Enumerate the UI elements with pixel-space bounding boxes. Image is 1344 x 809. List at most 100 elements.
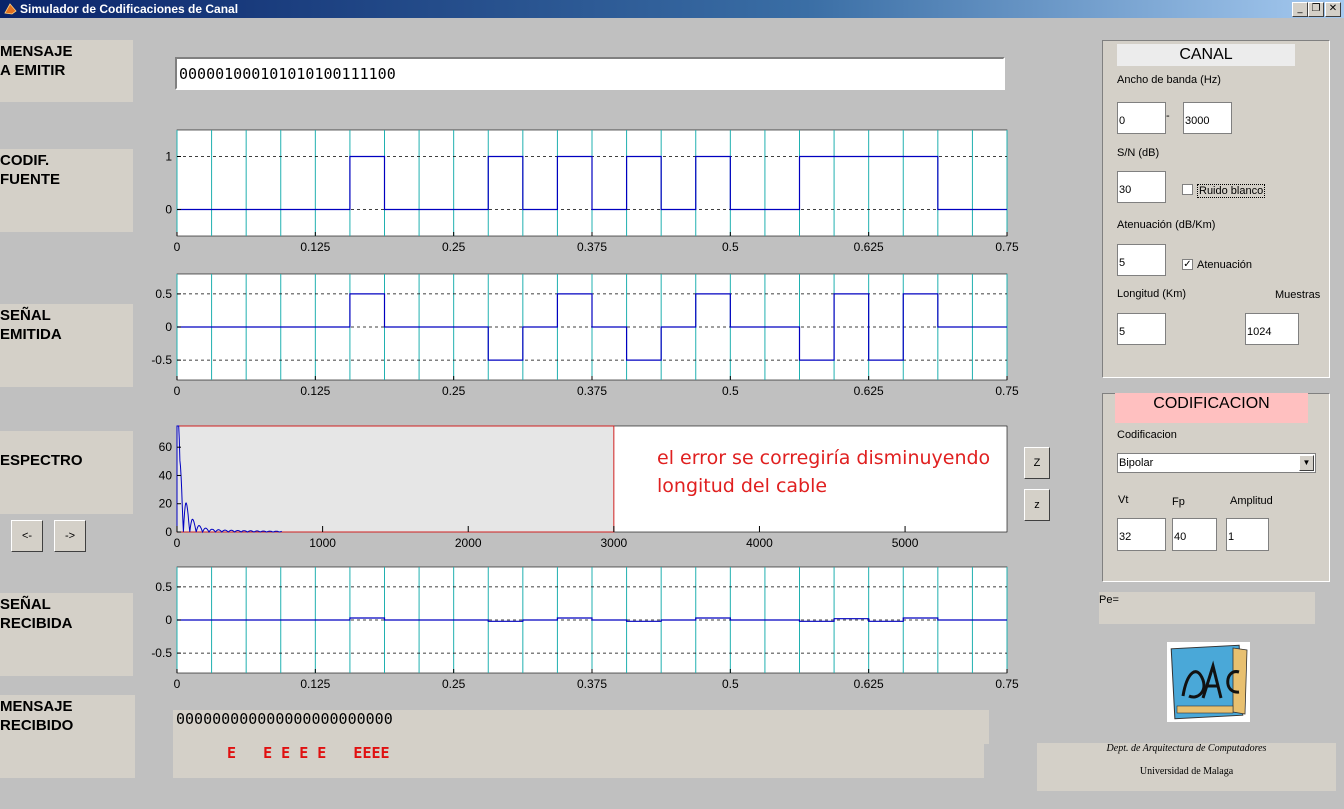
spectrum-prev-button[interactable]: <- — [11, 520, 43, 552]
label-mensaje-emitir: MENSAJE A EMITIR — [0, 40, 133, 102]
error-marks-text: E E E E E EEEE — [227, 744, 390, 762]
atenuacion-input[interactable]: 5 — [1117, 244, 1166, 276]
y-tick-label: 0.5 — [155, 287, 172, 301]
x-tick-label: 0 — [174, 677, 181, 691]
matlab-app-icon — [4, 2, 17, 15]
x-tick-label: 0.125 — [300, 240, 330, 254]
x-tick-label: 1000 — [309, 536, 336, 550]
x-tick-label: 0 — [174, 240, 181, 254]
x-tick-label: 0.625 — [854, 240, 884, 254]
credits-panel: Dept. de Arquitectura de Computadores Un… — [1037, 743, 1336, 791]
spectrum-next-button[interactable]: -> — [54, 520, 86, 552]
y-tick-label: 60 — [159, 440, 173, 454]
minimize-button[interactable]: _ — [1292, 2, 1308, 17]
x-tick-label: 0.375 — [577, 240, 607, 254]
message-input[interactable] — [175, 57, 1005, 90]
x-tick-label: 0.625 — [854, 384, 884, 398]
y-tick-label: 0 — [165, 203, 172, 217]
zoom-out-button[interactable]: z — [1024, 489, 1050, 521]
label-espectro: ESPECTRO — [0, 431, 133, 514]
y-tick-label: -0.5 — [151, 646, 172, 660]
label-codif-fuente-text: CODIF. FUENTE — [0, 152, 60, 188]
y-tick-label: 0 — [165, 525, 172, 539]
fp-label: Fp — [1172, 496, 1185, 508]
error-annotation: el error se corregiría disminuyendo long… — [657, 444, 990, 500]
x-tick-label: 0.75 — [995, 384, 1019, 398]
x-tick-label: 0.5 — [722, 240, 739, 254]
x-tick-label: 0 — [174, 536, 181, 550]
x-tick-label: 3000 — [600, 536, 627, 550]
label-codif-fuente: CODIF. FUENTE — [0, 149, 133, 232]
atenuacion-check-label[interactable]: Atenuación — [1197, 259, 1252, 271]
x-tick-label: 0.25 — [442, 677, 466, 691]
annotation-line-1: el error se corregiría disminuyendo — [657, 447, 991, 469]
codificacion-title: CODIFICACION — [1115, 393, 1308, 423]
vt-input[interactable]: 32 — [1117, 518, 1166, 551]
ancho-separator: - — [1166, 110, 1170, 122]
x-tick-label: 0.375 — [577, 677, 607, 691]
fp-input[interactable]: 40 — [1172, 518, 1217, 551]
x-tick-label: 0.625 — [854, 677, 884, 691]
ancho-min-input[interactable]: 0 — [1117, 102, 1166, 134]
label-mensaje-emitir-text: MENSAJE A EMITIR — [0, 43, 73, 79]
dac-logo — [1167, 642, 1250, 722]
y-tick-label: 0 — [165, 613, 172, 627]
x-tick-label: 0.125 — [300, 384, 330, 398]
x-tick-label: 2000 — [455, 536, 482, 550]
label-espectro-text: ESPECTRO — [0, 452, 83, 469]
x-tick-label: 0.25 — [442, 384, 466, 398]
error-marks-field: E E E E E EEEE — [173, 744, 984, 778]
x-tick-label: 0 — [174, 384, 181, 398]
y-tick-label: 0 — [165, 320, 172, 334]
longitud-label: Longitud (Km) — [1117, 288, 1187, 300]
x-tick-label: 0.5 — [722, 677, 739, 691]
close-button[interactable]: ✕ — [1325, 2, 1341, 17]
label-senal-emitida-text: SEÑAL EMITIDA — [0, 307, 62, 343]
pe-label: Pe= — [1099, 594, 1119, 606]
x-tick-label: 0.75 — [995, 677, 1019, 691]
codif-fuente-plot: 1 0 0 0.125 0.25 0.375 0.5 0.625 0.75 — [165, 129, 1019, 254]
label-mensaje-recibido: MENSAJE RECIBIDO — [0, 695, 135, 778]
received-message-text: 000000000000000000000000 — [176, 710, 393, 728]
codificacion-label: Codificacion — [1117, 429, 1177, 441]
longitud-input[interactable]: 5 — [1117, 313, 1166, 345]
x-tick-label: 0.5 — [722, 384, 739, 398]
amplitud-label: Amplitud — [1230, 495, 1273, 507]
label-senal-recibida: SEÑAL RECIBIDA — [0, 593, 133, 676]
ancho-banda-label: Ancho de banda (Hz) — [1117, 74, 1221, 86]
vt-label: Vt — [1118, 494, 1129, 506]
y-tick-label: 1 — [165, 150, 172, 164]
label-senal-emitida: SEÑAL EMITIDA — [0, 304, 133, 387]
x-tick-label: 0.375 — [577, 384, 607, 398]
y-tick-label: -0.5 — [151, 353, 172, 367]
atenuacion-label: Atenuación (dB/Km) — [1117, 219, 1216, 231]
label-mensaje-recibido-text: MENSAJE RECIBIDO — [0, 698, 74, 734]
x-tick-label: 5000 — [892, 536, 919, 550]
amplitud-input[interactable]: 1 — [1226, 518, 1269, 551]
window-title: Simulador de Codificaciones de Canal — [20, 2, 239, 16]
muestras-input[interactable]: 1024 — [1245, 313, 1299, 345]
ancho-max-input[interactable]: 3000 — [1183, 102, 1232, 134]
x-tick-label: 0.75 — [995, 240, 1019, 254]
codificacion-selected-value: Bipolar — [1119, 457, 1154, 469]
muestras-label: Muestras — [1275, 289, 1321, 301]
x-tick-label: 0.125 — [300, 677, 330, 691]
y-tick-label: 0.5 — [155, 580, 172, 594]
x-tick-label: 0.25 — [442, 240, 466, 254]
atenuacion-checkbox[interactable]: ✓ — [1182, 259, 1193, 270]
codificacion-select[interactable]: Bipolar ▼ — [1117, 453, 1316, 473]
annotation-line-2: longitud del cable — [657, 475, 828, 497]
credits-university: Universidad de Malaga — [1139, 766, 1234, 777]
ruido-blanco-label[interactable]: Ruido blanco — [1197, 184, 1266, 198]
bandwidth-region — [176, 425, 615, 533]
senal-emitida-plot: 0.5 0 -0.5 0 0.125 0.25 0.375 0.5 0.625 0.75 — [151, 273, 1019, 398]
label-senal-recibida-text: SEÑAL RECIBIDA — [0, 596, 73, 632]
ruido-blanco-checkbox[interactable] — [1182, 184, 1193, 195]
received-message-field: 000000000000000000000000 — [173, 710, 989, 744]
x-tick-label: 4000 — [746, 536, 773, 550]
maximize-button[interactable]: ❐ — [1308, 2, 1324, 17]
credits-dept: Dept. de Arquitectura de Computadores — [1106, 743, 1267, 754]
zoom-in-button[interactable]: Z — [1024, 447, 1050, 479]
sn-input[interactable]: 30 — [1117, 171, 1166, 203]
chevron-down-icon[interactable]: ▼ — [1299, 455, 1314, 471]
